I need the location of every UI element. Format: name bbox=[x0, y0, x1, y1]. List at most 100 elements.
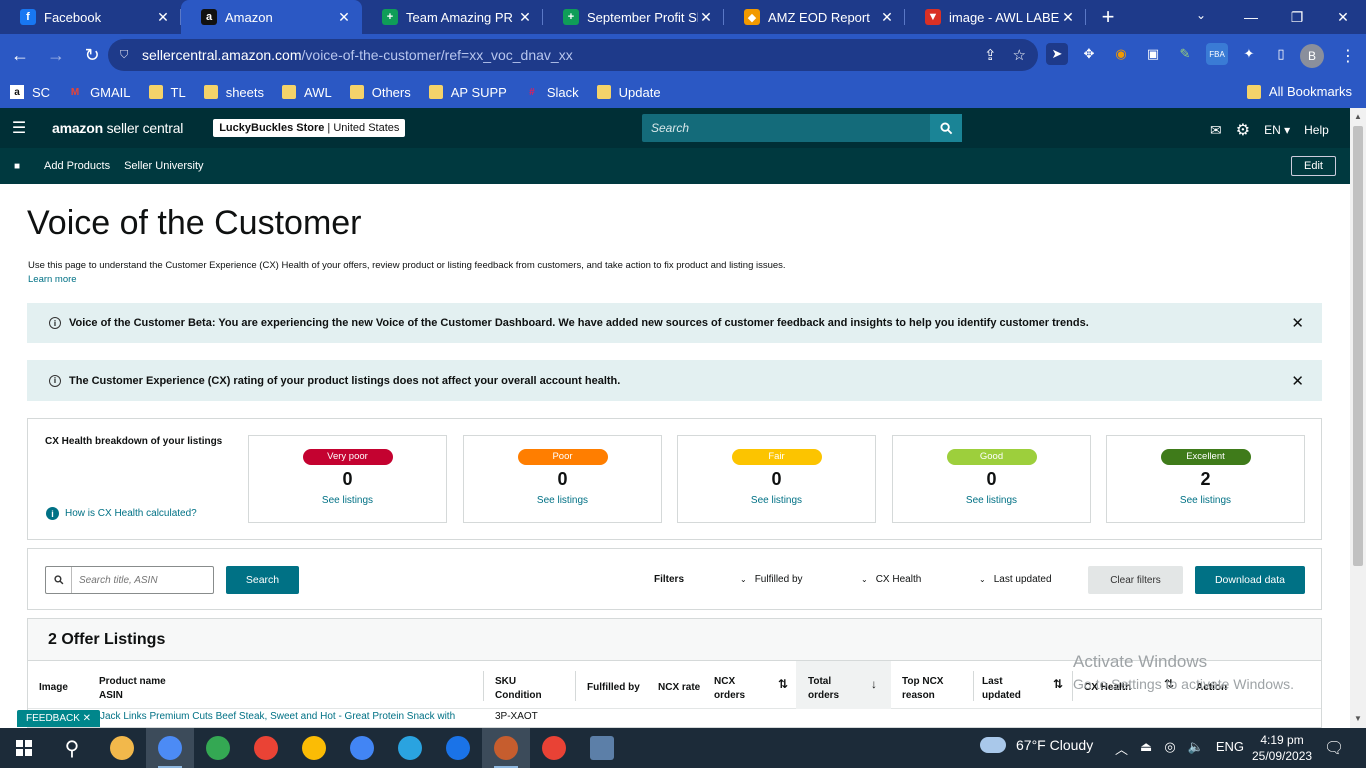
bookmark-update[interactable]: Update bbox=[596, 85, 661, 100]
learn-more-link[interactable]: Learn more bbox=[28, 274, 77, 285]
see-listings-link[interactable]: See listings bbox=[678, 495, 875, 506]
bookmark-star-icon[interactable]: ☆ bbox=[1013, 46, 1026, 64]
mail-icon[interactable]: ✉ bbox=[1210, 122, 1222, 139]
extension-fba-icon[interactable]: FBA bbox=[1206, 43, 1228, 65]
hamburger-menu-icon[interactable]: ☰ bbox=[0, 118, 38, 138]
reload-icon[interactable]: ↻ bbox=[76, 45, 108, 66]
extension-puzzle-blue-icon[interactable]: ✥ bbox=[1078, 43, 1100, 65]
col-top-ncx-reason[interactable]: Top NCX reason bbox=[902, 675, 943, 703]
browser-tab[interactable]: + September Profit She✕ bbox=[543, 0, 724, 34]
taskbar-app-chrome-profile-j[interactable] bbox=[194, 728, 242, 768]
see-listings-link[interactable]: See listings bbox=[1107, 495, 1304, 506]
browser-tab[interactable]: a Amazon ✕ bbox=[181, 0, 362, 34]
extension-arrow-icon[interactable]: ➤ bbox=[1046, 43, 1068, 65]
scroll-up-icon[interactable]: ▲ bbox=[1354, 112, 1362, 121]
first-row-product-link[interactable]: Jack Links Premium Cuts Beef Steak, Swee… bbox=[100, 711, 455, 722]
edit-nav-button[interactable]: Edit bbox=[1291, 156, 1336, 176]
input-language[interactable]: ENG bbox=[1216, 739, 1244, 758]
bookmark-awl[interactable]: AWL bbox=[282, 85, 332, 100]
col-total-orders[interactable]: Total orders bbox=[808, 675, 839, 703]
fulfilled-by-filter[interactable]: ⌄ Fulfilled by bbox=[740, 574, 803, 585]
taskbar-app-zoom[interactable] bbox=[434, 728, 482, 768]
notifications-icon[interactable]: 🗨 bbox=[1324, 738, 1344, 758]
taskbar-app-chrome-profile-r[interactable] bbox=[338, 728, 386, 768]
seller-central-logo[interactable]: amazon seller central bbox=[52, 120, 183, 136]
scrollbar-thumb[interactable] bbox=[1353, 126, 1363, 566]
subnav-add-products[interactable]: Add Products bbox=[44, 160, 110, 172]
taskbar-app-chrome-profile-g[interactable] bbox=[290, 728, 338, 768]
browser-tab[interactable]: ◆ AMZ EOD Report ✕ bbox=[724, 0, 905, 34]
sort-icon[interactable]: ⇅ bbox=[778, 677, 788, 691]
side-panel-icon[interactable]: ▯ bbox=[1270, 43, 1292, 65]
col-last-updated[interactable]: Last updated bbox=[982, 675, 1021, 703]
tab-close-icon[interactable]: ✕ bbox=[1060, 9, 1076, 26]
see-listings-link[interactable]: See listings bbox=[893, 495, 1090, 506]
start-button[interactable] bbox=[0, 728, 48, 768]
show-hidden-icons-icon[interactable]: ︿ bbox=[1115, 739, 1128, 758]
browser-tab[interactable]: f Facebook ✕ bbox=[0, 0, 181, 34]
listing-search-input[interactable] bbox=[72, 574, 212, 586]
tab-close-icon[interactable]: ✕ bbox=[517, 9, 533, 26]
store-selector[interactable]: LuckyBuckles Store | United States bbox=[213, 119, 406, 137]
taskbar-app-discord-like[interactable] bbox=[482, 728, 530, 768]
pinned-bookmark-icon[interactable]: ■ bbox=[14, 161, 20, 172]
browser-tab[interactable]: + Team Amazing PR - G✕ bbox=[362, 0, 543, 34]
language-selector[interactable]: EN ▾ bbox=[1264, 123, 1290, 137]
browser-menu-icon[interactable]: ⋮ bbox=[1340, 46, 1356, 66]
all-bookmarks[interactable]: All Bookmarks bbox=[1246, 84, 1352, 99]
extension-camera-icon[interactable]: ▣ bbox=[1142, 43, 1164, 65]
browser-tab[interactable]: ▼ image - AWL LABEL ✕ bbox=[905, 0, 1086, 34]
profile-avatar[interactable]: B bbox=[1300, 44, 1324, 68]
help-link[interactable]: Help bbox=[1304, 123, 1329, 137]
bookmark-tl[interactable]: TL bbox=[148, 85, 186, 100]
site-info-icon[interactable]: ⛉ bbox=[120, 49, 132, 61]
last-updated-filter[interactable]: ⌄ Last updated bbox=[979, 574, 1052, 585]
extension-orange-circle-icon[interactable]: ◉ bbox=[1110, 43, 1132, 65]
see-listings-link[interactable]: See listings bbox=[249, 495, 446, 506]
tab-close-icon[interactable]: ✕ bbox=[336, 9, 352, 26]
forward-icon[interactable]: → bbox=[40, 45, 72, 66]
tab-close-icon[interactable]: ✕ bbox=[155, 9, 171, 26]
global-search-input[interactable]: Search bbox=[642, 114, 932, 142]
feedback-button[interactable]: FEEDBACK ✕ bbox=[17, 710, 101, 727]
new-tab-icon[interactable]: + bbox=[1096, 4, 1120, 30]
settings-gear-icon[interactable]: ⚙ bbox=[1236, 120, 1250, 140]
subnav-seller-university[interactable]: Seller University bbox=[124, 160, 203, 172]
bookmark-others[interactable]: Others bbox=[349, 85, 411, 100]
download-data-button[interactable]: Download data bbox=[1195, 566, 1305, 594]
taskbar-app-telegram[interactable] bbox=[386, 728, 434, 768]
taskbar-app-file-explorer[interactable] bbox=[98, 728, 146, 768]
taskbar-search-icon[interactable]: ⚲ bbox=[48, 736, 96, 761]
usb-icon[interactable]: ⏏ bbox=[1140, 739, 1152, 758]
col-product-name[interactable]: Product name ASIN bbox=[99, 675, 166, 703]
maximize-icon[interactable]: ❐ bbox=[1274, 0, 1320, 34]
extensions-puzzle-icon[interactable]: ✦ bbox=[1238, 43, 1260, 65]
taskbar-app-chrome-profile-b[interactable] bbox=[146, 728, 194, 768]
taskbar-clock[interactable]: 4:19 pm 25/09/2023 bbox=[1252, 732, 1312, 764]
bookmark-slack[interactable]: # Slack bbox=[525, 85, 579, 100]
sort-icon[interactable]: ⇅ bbox=[1053, 677, 1063, 691]
bookmark-sc[interactable]: a SC bbox=[10, 85, 50, 100]
close-icon[interactable]: ✕ bbox=[1291, 314, 1304, 332]
minimize-icon[interactable]: — bbox=[1228, 0, 1274, 34]
page-scrollbar[interactable]: ▲ ▼ bbox=[1350, 108, 1366, 728]
url-omnibox[interactable]: ⛉ sellercentral.amazon.com/voice-of-the-… bbox=[108, 39, 1038, 71]
network-icon[interactable]: ◎ bbox=[1164, 739, 1175, 758]
volume-icon[interactable]: 🔈 bbox=[1188, 739, 1204, 758]
back-icon[interactable]: ← bbox=[4, 45, 36, 66]
col-ncx-orders[interactable]: NCX orders bbox=[714, 675, 745, 703]
bookmark-sheets[interactable]: sheets bbox=[203, 85, 264, 100]
see-listings-link[interactable]: See listings bbox=[464, 495, 661, 506]
col-ncx-rate[interactable]: NCX rate bbox=[658, 681, 700, 695]
cx-health-help-link[interactable]: i How is CX Health calculated? bbox=[46, 507, 197, 520]
weather-widget[interactable]: 67°F Cloudy bbox=[980, 737, 1093, 753]
taskbar-app-calculator[interactable] bbox=[578, 728, 626, 768]
taskbar-app-chrome-profile-m[interactable] bbox=[242, 728, 290, 768]
tab-close-icon[interactable]: ✕ bbox=[698, 9, 714, 26]
clear-filters-button[interactable]: Clear filters bbox=[1088, 566, 1183, 594]
tab-close-icon[interactable]: ✕ bbox=[879, 9, 895, 26]
extension-dropper-icon[interactable]: ✎ bbox=[1174, 43, 1196, 65]
bookmark-gmail[interactable]: M GMAIL bbox=[68, 85, 131, 100]
cx-health-filter[interactable]: ⌄ CX Health bbox=[861, 574, 921, 585]
close-window-icon[interactable]: ✕ bbox=[1320, 0, 1366, 34]
